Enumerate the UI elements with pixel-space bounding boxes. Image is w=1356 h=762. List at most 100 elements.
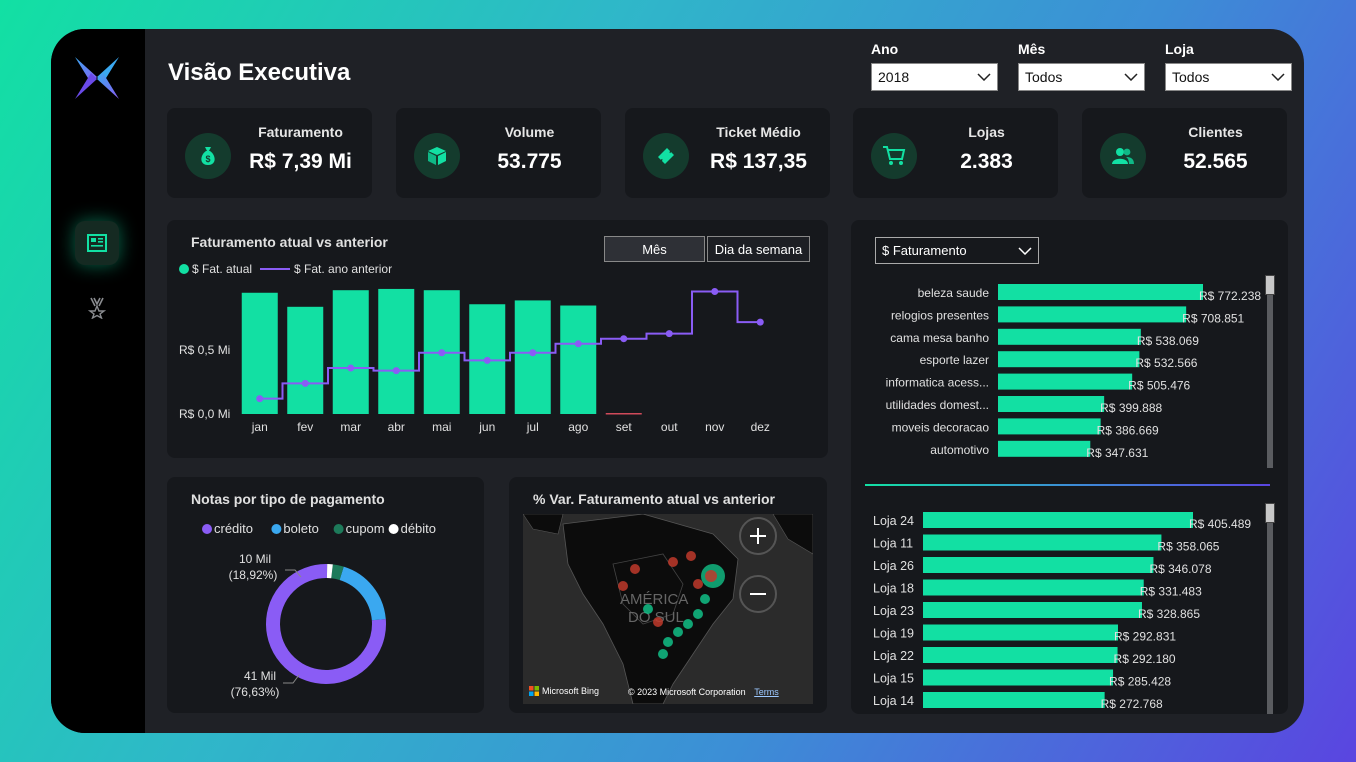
kpi-card-lojas: Lojas 2.383 [853, 108, 1058, 198]
bar-category-label: esporte lazer [920, 353, 989, 367]
bar [998, 440, 1091, 457]
bar [923, 692, 1105, 708]
terms-link[interactable]: Terms [754, 687, 779, 697]
bar-category-label: Loja 22 [873, 649, 914, 663]
sidebar [51, 29, 145, 733]
bar-category-label: automotivo [930, 443, 989, 457]
point-anterior [347, 364, 355, 372]
section-divider [865, 484, 1270, 486]
bar-value-label: R$ 399.888 [1100, 401, 1162, 415]
dashboard-frame: Visão Executiva Ano 2018 Mês Todos Loja … [51, 29, 1304, 733]
bar-value-label: R$ 708.851 [1182, 311, 1244, 325]
bar [998, 351, 1140, 368]
filter-loja: Loja Todos [1165, 41, 1292, 91]
bar [998, 418, 1101, 435]
bar-category-label: utilidades domest... [886, 398, 989, 412]
x-tick-label: set [616, 420, 633, 434]
kpi-value: 2.383 [960, 150, 1013, 173]
kpi-card-clientes: Clientes 52.565 [1082, 108, 1287, 198]
filter-label: Ano [871, 41, 899, 57]
category-scrollbar[interactable] [1265, 275, 1275, 468]
y-tick-label: R$ 0,5 Mi [179, 343, 230, 357]
x-tick-label: ago [568, 420, 588, 434]
chevron-down-icon [1124, 73, 1138, 81]
x-tick-label: nov [705, 420, 724, 434]
bing-attribution: Microsoft Bing [529, 686, 599, 696]
main-content: Visão Executiva Ano 2018 Mês Todos Loja … [145, 29, 1304, 733]
legend-label: boleto [283, 521, 318, 536]
bar [998, 284, 1203, 300]
bar-category-label: Loja 18 [873, 582, 914, 596]
loja-select-value: Todos [1172, 69, 1210, 85]
bar [923, 534, 1162, 551]
filter-label: Mês [1018, 41, 1046, 57]
chevron-down-icon [977, 73, 991, 81]
bar-category-label: Loja 14 [873, 694, 914, 708]
bar-atual [560, 305, 597, 414]
zoom-in-button[interactable] [739, 517, 777, 555]
point-anterior [301, 379, 309, 387]
users-icon [1100, 133, 1146, 179]
point-anterior [756, 318, 764, 326]
legend-label: débito [401, 521, 436, 536]
kpi-value: 53.775 [497, 150, 562, 173]
slice-annotation-value: 41 Mil [244, 669, 276, 683]
bar-category-label: Loja 23 [873, 604, 914, 618]
zoom-out-button[interactable] [739, 575, 777, 613]
kpi-label: Volume [504, 124, 555, 140]
x-tick-label: mar [340, 420, 361, 434]
category-bar-chart: beleza saude R$ 772.238 relogios presentes… [873, 284, 1261, 711]
point-anterior [574, 340, 582, 348]
map-label: AMÉRICA [620, 591, 688, 608]
slice-annotation-pct: (18,92%) [229, 568, 278, 582]
kpi-label: Lojas [968, 124, 1005, 140]
bar-value-label: R$ 285.428 [1109, 675, 1171, 689]
bar [998, 373, 1133, 390]
x-tick-label: jun [478, 420, 495, 434]
bar [923, 624, 1118, 641]
medal-icon [88, 297, 106, 319]
mes-select-value: Todos [1025, 69, 1063, 85]
bar [923, 512, 1193, 528]
bar-category-label: relogios presentes [891, 308, 989, 322]
bar-atual [605, 413, 642, 415]
x-tick-label: jan [251, 420, 268, 434]
donut-slice [339, 566, 386, 621]
map-view[interactable]: AMÉRICA DO SUL Microsoft Bing © 2023 Mic… [523, 514, 813, 704]
logo-icon [75, 57, 119, 99]
bar-value-label: R$ 331.483 [1140, 585, 1202, 599]
point-anterior [665, 330, 673, 338]
bar-atual [287, 306, 324, 414]
point-anterior [438, 349, 446, 357]
newspaper-icon [87, 234, 107, 252]
bar-category-label: Loja 15 [873, 672, 914, 686]
bar-atual [378, 288, 415, 414]
slice-annotation-pct: (76,63%) [231, 685, 280, 699]
x-tick-label: out [661, 420, 678, 434]
ano-select[interactable]: 2018 [871, 63, 998, 91]
revenue-chart-card: Faturamento atual vs anterior $ Fat. atu… [167, 220, 828, 458]
bar-value-label: R$ 292.831 [1114, 630, 1176, 644]
ticket-icon [643, 133, 689, 179]
minus-icon [750, 593, 766, 595]
cart-icon [871, 133, 917, 179]
bar-category-label: Loja 26 [873, 559, 914, 573]
kpi-value: R$ 137,35 [710, 150, 807, 173]
map-copyright: © 2023 Microsoft Corporation Terms [628, 687, 779, 697]
ranking-card: $ Faturamento beleza saude R$ 772.238 relo… [851, 220, 1288, 714]
map-card: % Var. Faturamento atual vs anterior AMÉ… [509, 477, 827, 713]
chevron-down-icon [1271, 73, 1285, 81]
store-scrollbar[interactable] [1265, 503, 1275, 714]
nav-item-ranking[interactable] [82, 293, 112, 323]
bar-value-label: R$ 272.768 [1101, 697, 1163, 711]
loja-select[interactable]: Todos [1165, 63, 1292, 91]
bar-value-label: R$ 386.669 [1097, 423, 1159, 437]
bar [923, 579, 1144, 596]
bar-category-label: Loja 24 [873, 514, 914, 528]
bar-value-label: R$ 358.065 [1157, 540, 1219, 554]
bar-atual [332, 290, 369, 414]
nav-item-executive[interactable] [75, 221, 119, 265]
svg-text:$: $ [205, 154, 210, 164]
ano-select-value: 2018 [878, 69, 910, 85]
mes-select[interactable]: Todos [1018, 63, 1145, 91]
